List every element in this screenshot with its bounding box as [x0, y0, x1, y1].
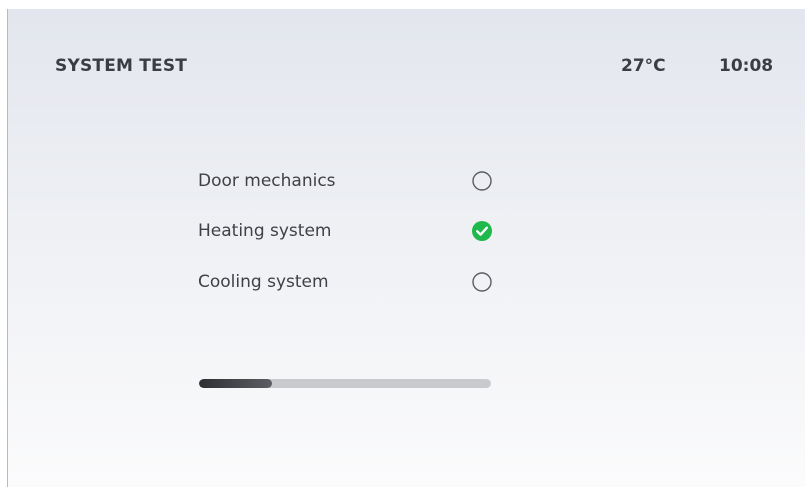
temperature-readout: 27°C: [621, 56, 666, 76]
clock-readout: 10:08: [719, 56, 774, 76]
check-circle-icon: [471, 220, 493, 242]
page-title: SYSTEM TEST: [55, 56, 188, 76]
test-label: Cooling system: [198, 272, 329, 292]
test-row-heating-system: Heating system: [198, 219, 508, 245]
empty-circle-icon: [471, 170, 493, 192]
empty-circle-icon: [471, 271, 493, 293]
test-row-door-mechanics: Door mechanics: [198, 169, 508, 195]
test-progress-bar: [199, 379, 491, 388]
test-row-cooling-system: Cooling system: [198, 270, 508, 296]
system-test-screen: SYSTEM TEST 27°C 10:08 Door mechanics He…: [7, 9, 805, 487]
test-label: Door mechanics: [198, 171, 336, 191]
test-progress-fill: [199, 379, 272, 388]
test-label: Heating system: [198, 221, 332, 241]
